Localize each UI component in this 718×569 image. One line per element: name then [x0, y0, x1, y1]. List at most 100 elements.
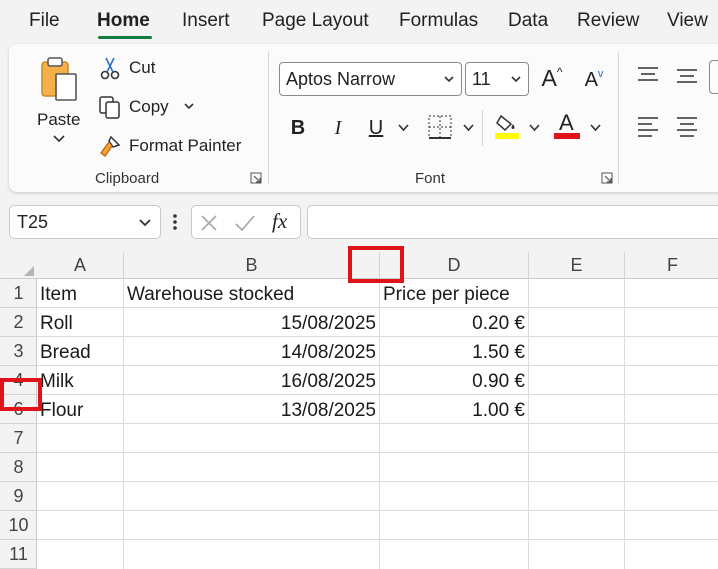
cell-b3[interactable]: 14/08/2025 — [124, 338, 379, 367]
row-header-2[interactable]: 2 — [0, 308, 37, 337]
row-header-8[interactable]: 8 — [0, 453, 37, 482]
italic-button[interactable]: I — [327, 114, 349, 142]
cut-button[interactable]: Cut — [97, 55, 155, 81]
cell-d6[interactable]: 1.00 € — [380, 396, 528, 425]
formula-controls: fx — [191, 205, 301, 239]
copy-button[interactable]: Copy — [97, 94, 195, 120]
align-left-icon[interactable] — [636, 114, 660, 138]
tab-home[interactable]: Home — [97, 10, 150, 32]
chevron-down-icon — [444, 76, 454, 83]
gridline — [528, 279, 529, 569]
align-bottom-button[interactable] — [709, 60, 718, 94]
cell-d2[interactable]: 0.20 € — [380, 309, 528, 338]
name-box-value: T25 — [17, 212, 49, 232]
chevron-down-icon — [511, 76, 521, 83]
gridline — [37, 510, 718, 511]
column-header-f[interactable]: F — [625, 252, 718, 279]
paste-button[interactable]: Paste — [37, 110, 80, 130]
cancel-icon[interactable] — [200, 214, 218, 232]
copy-icon — [99, 96, 120, 119]
tab-page-layout[interactable]: Page Layout — [262, 10, 369, 32]
cell-d4[interactable]: 0.90 € — [380, 367, 528, 396]
caret-up-icon: ^ — [556, 65, 563, 79]
underline-button[interactable]: U — [365, 114, 387, 142]
menu-tabs: File Home Insert Page Layout Formulas Da… — [0, 0, 718, 44]
tab-review[interactable]: Review — [577, 10, 639, 32]
font-color-chevron-icon[interactable] — [590, 124, 601, 132]
cell-d1[interactable]: Price per piece — [380, 280, 528, 309]
chevron-down-icon[interactable] — [52, 134, 66, 144]
align-middle-icon[interactable] — [675, 64, 699, 86]
divider — [482, 110, 483, 146]
format-painter-button[interactable]: Format Painter — [97, 133, 241, 159]
cell-a3[interactable]: Bread — [37, 338, 123, 367]
font-color-button[interactable]: A — [553, 108, 581, 140]
column-header-a[interactable]: A — [37, 252, 124, 279]
align-center-icon[interactable] — [675, 114, 699, 138]
font-size-value: 11 — [472, 68, 491, 89]
row-header-10[interactable]: 10 — [0, 511, 37, 540]
fill-color-icon[interactable] — [493, 110, 521, 140]
tab-file[interactable]: File — [29, 10, 60, 32]
row-header-1[interactable]: 1 — [0, 279, 37, 308]
grow-font-button[interactable]: A ^ — [537, 64, 567, 92]
font-group-label: Font — [415, 170, 446, 187]
tab-formulas[interactable]: Formulas — [399, 10, 478, 32]
more-options-icon[interactable] — [172, 212, 178, 232]
tab-insert[interactable]: Insert — [182, 10, 230, 32]
underline-chevron-icon[interactable] — [398, 124, 409, 132]
copy-label: Copy — [129, 97, 169, 116]
hidden-column-highlight — [348, 246, 404, 283]
cell-d3[interactable]: 1.50 € — [380, 338, 528, 367]
font-dialog-launcher-icon[interactable] — [601, 172, 613, 184]
copy-chevron-icon[interactable] — [183, 102, 195, 112]
font-name-select[interactable]: Aptos Narrow — [279, 62, 462, 96]
tab-view[interactable]: View — [667, 10, 708, 32]
active-tab-indicator — [98, 36, 152, 39]
enter-checkmark-icon[interactable] — [234, 214, 256, 232]
select-all-button[interactable] — [24, 266, 34, 276]
chevron-down-icon[interactable] — [138, 217, 152, 229]
row-header-9[interactable]: 9 — [0, 482, 37, 511]
cut-label: Cut — [129, 58, 156, 77]
clipboard-dialog-launcher-icon[interactable] — [250, 172, 262, 184]
font-size-select[interactable]: 11 — [465, 62, 529, 96]
cell-a6[interactable]: Flour — [37, 396, 123, 425]
format-painter-label: Format Painter — [129, 136, 242, 155]
cell-a4[interactable]: Milk — [37, 367, 123, 396]
group-divider — [268, 52, 269, 184]
clipboard-group-label: Clipboard — [95, 170, 160, 187]
gridline — [624, 279, 625, 569]
ribbon: Paste Cut Copy Format Painter Clipboard … — [9, 44, 718, 192]
fill-color-chevron-icon[interactable] — [529, 124, 540, 132]
align-top-icon[interactable] — [636, 64, 660, 86]
row-header-3[interactable]: 3 — [0, 337, 37, 366]
column-header-b[interactable]: B — [124, 252, 380, 279]
formula-input[interactable] — [307, 205, 718, 239]
name-box[interactable]: T25 — [9, 205, 161, 239]
borders-chevron-icon[interactable] — [463, 124, 474, 132]
cell-b2[interactable]: 15/08/2025 — [124, 309, 379, 338]
hidden-row-highlight — [0, 378, 42, 411]
tab-data[interactable]: Data — [508, 10, 548, 32]
cell-a1[interactable]: Item — [37, 280, 123, 309]
paintbrush-icon — [100, 135, 121, 157]
font-color-swatch — [554, 133, 580, 139]
cell-b1[interactable]: Warehouse stocked — [124, 280, 379, 309]
paste-icon[interactable] — [37, 54, 83, 104]
gridline — [37, 539, 718, 540]
group-divider — [618, 52, 619, 184]
font-name-value: Aptos Narrow — [286, 68, 396, 89]
insert-function-button[interactable]: fx — [272, 209, 287, 234]
cell-b6[interactable]: 13/08/2025 — [124, 396, 379, 425]
scissors-icon — [100, 57, 120, 80]
bold-button[interactable]: B — [287, 114, 309, 142]
borders-icon[interactable] — [427, 114, 453, 140]
row-header-7[interactable]: 7 — [0, 424, 37, 453]
caret-down-icon: v — [597, 68, 604, 80]
shrink-font-button[interactable]: A v — [579, 66, 609, 94]
cell-a2[interactable]: Roll — [37, 309, 123, 338]
column-header-e[interactable]: E — [529, 252, 625, 279]
cell-b4[interactable]: 16/08/2025 — [124, 367, 379, 396]
row-header-11[interactable]: 11 — [0, 540, 37, 569]
